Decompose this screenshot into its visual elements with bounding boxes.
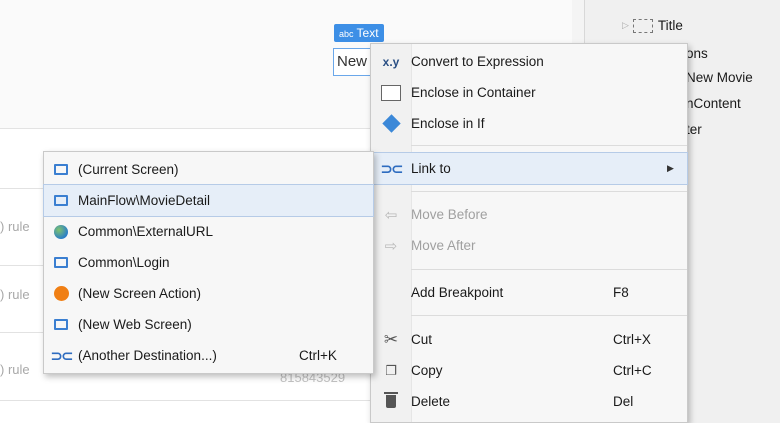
submenu-item-moviedetail[interactable]: MainFlow\MovieDetail: [43, 184, 374, 217]
row-text: ) rule: [0, 362, 30, 377]
action-circle-icon: [53, 286, 69, 301]
menu-item-label: Delete: [411, 394, 451, 409]
globe-icon: [54, 224, 68, 239]
xy-icon: x.y: [382, 54, 400, 69]
row-text: ) rule: [0, 219, 30, 234]
menu-item-label: Move After: [411, 238, 476, 253]
widget-text: New: [337, 53, 368, 70]
tree-item-label: Title: [657, 18, 683, 33]
tree-item[interactable]: nContent: [686, 96, 741, 111]
context-menu: x.y Convert to Expression Enclose in Con…: [370, 43, 688, 423]
move-after-icon: ⇨: [384, 237, 398, 255]
menu-item-shortcut: Ctrl+C: [613, 363, 652, 378]
row-text: ) rule: [0, 287, 30, 302]
submenu-item-label: (Current Screen): [78, 162, 179, 177]
tree-item[interactable]: New Movie: [686, 70, 753, 85]
menu-item-copy[interactable]: ❐ Copy Ctrl+C: [371, 355, 687, 386]
submenu-item-login[interactable]: Common\Login: [44, 247, 373, 278]
move-before-icon: ⇦: [384, 206, 398, 224]
text-widget-badge[interactable]: abc Text: [334, 24, 384, 42]
menu-item-shortcut: Del: [613, 394, 634, 409]
copy-icon: ❐: [385, 362, 397, 378]
menu-item-label: Enclose in If: [411, 116, 485, 131]
submenu-item-label: MainFlow\MovieDetail: [78, 193, 211, 208]
menu-item-convert-to-expression[interactable]: x.y Convert to Expression: [371, 46, 687, 77]
menu-item-enclose-in-container[interactable]: Enclose in Container: [371, 77, 687, 108]
container-icon: [381, 84, 401, 101]
submenu-item-new-web-screen[interactable]: (New Web Screen): [44, 309, 373, 340]
scissors-icon: ✂: [383, 329, 399, 349]
abc-icon: abc: [339, 29, 354, 39]
submenu-item-label: Common\Login: [78, 255, 170, 270]
submenu-item-new-screen-action[interactable]: (New Screen Action): [44, 278, 373, 309]
link-icon: ⊃⊂: [380, 160, 403, 178]
screen-icon: [54, 257, 68, 268]
placeholder-icon: [632, 18, 653, 33]
menu-item-shortcut: Ctrl+X: [613, 332, 651, 347]
if-diamond-icon: [381, 114, 401, 133]
link-icon: ⊃⊂: [50, 347, 73, 365]
tree-item[interactable]: ons: [686, 46, 708, 61]
screen-icon: [54, 319, 68, 330]
screen-icon: [54, 164, 68, 175]
menu-separator: [411, 269, 687, 270]
menu-item-move-after[interactable]: ⇨ Move After: [371, 230, 687, 261]
submenu-item-shortcut: Ctrl+K: [299, 348, 337, 363]
menu-item-label: Convert to Expression: [411, 54, 544, 69]
menu-item-move-before[interactable]: ⇦ Move Before: [371, 199, 687, 230]
submenu-item-label: (New Screen Action): [78, 286, 202, 301]
submenu-item-current-screen[interactable]: (Current Screen): [44, 154, 373, 185]
submenu-arrow-icon: ▶: [667, 163, 674, 173]
trash-icon: [384, 392, 398, 408]
badge-label: Text: [356, 26, 379, 40]
menu-separator: [411, 191, 687, 192]
expand-arrow-icon[interactable]: ▷: [622, 20, 629, 31]
tree-item[interactable]: ter: [686, 122, 702, 137]
tree-item-title[interactable]: ▷ Title: [622, 18, 683, 33]
menu-item-delete[interactable]: Delete Del: [371, 386, 687, 417]
screen-icon: [54, 195, 68, 206]
submenu-item-another-destination[interactable]: ⊃⊂ (Another Destination...) Ctrl+K: [44, 340, 373, 371]
menu-item-enclose-in-if[interactable]: Enclose in If: [371, 108, 687, 139]
menu-item-shortcut: F8: [613, 285, 629, 300]
menu-item-label: Move Before: [411, 207, 488, 222]
link-to-submenu: (Current Screen) MainFlow\MovieDetail Co…: [43, 151, 374, 374]
menu-item-cut[interactable]: ✂ Cut Ctrl+X: [371, 324, 687, 355]
menu-item-label: Enclose in Container: [411, 85, 536, 100]
menu-item-link-to[interactable]: ⊃⊂ Link to ▶: [370, 152, 688, 185]
menu-item-label: Add Breakpoint: [411, 285, 504, 300]
submenu-item-externalurl[interactable]: Common\ExternalURL: [44, 216, 373, 247]
menu-item-label: Link to: [411, 161, 451, 176]
menu-separator: [411, 315, 687, 316]
submenu-item-label: (New Web Screen): [78, 317, 192, 332]
menu-item-add-breakpoint[interactable]: Add Breakpoint F8: [371, 277, 687, 308]
menu-separator: [411, 145, 687, 146]
submenu-item-label: Common\ExternalURL: [78, 224, 214, 239]
